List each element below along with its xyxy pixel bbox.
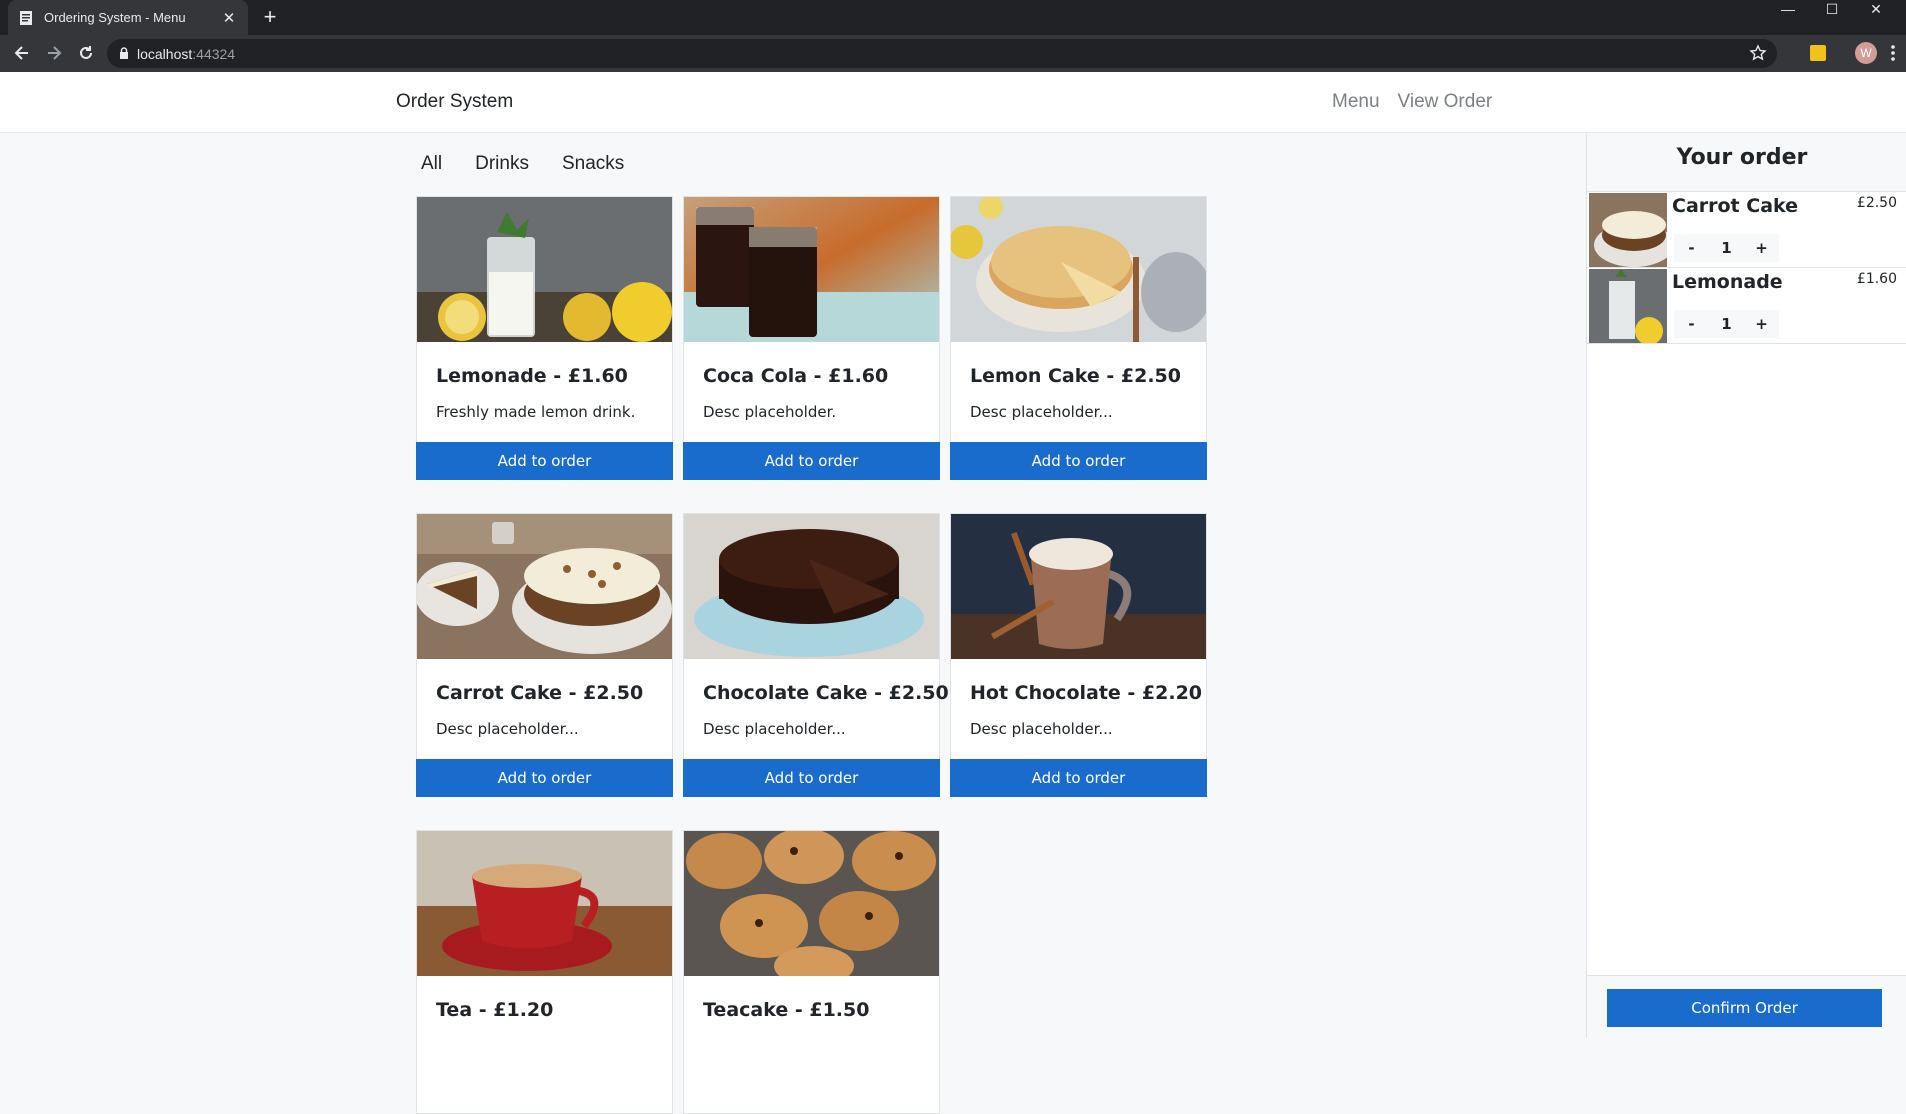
lock-icon	[119, 44, 129, 63]
tea-photo	[417, 831, 672, 976]
brand-title[interactable]: Order System	[396, 91, 513, 113]
increase-quantity-button[interactable]: +	[1744, 315, 1779, 333]
carrot-cake-thumbnail	[1589, 193, 1667, 267]
cola-photo	[684, 197, 939, 342]
order-item-lemonade: Lemonade £1.60 - 1 +	[1587, 268, 1906, 344]
lemon-cake-photo	[951, 197, 1206, 342]
menu-card-hot-chocolate: Hot Chocolate - £2.20 Desc placeholder..…	[950, 513, 1207, 797]
new-tab-button[interactable]: +	[258, 4, 282, 30]
quantity-stepper: - 1 +	[1674, 234, 1779, 262]
forward-arrow-icon[interactable]	[42, 41, 66, 65]
add-to-order-button[interactable]: Add to order	[950, 759, 1207, 797]
quantity-stepper: - 1 +	[1674, 310, 1779, 338]
item-description: Desc placeholder...	[970, 403, 1113, 421]
order-title: Your order	[1676, 145, 1808, 170]
order-sidebar: Your order Carrot Cake £2.50 - 1 + Lemon…	[1586, 133, 1906, 1038]
item-description: Desc placeholder...	[436, 720, 579, 738]
item-name: Lemon Cake - £2.50	[970, 365, 1181, 387]
menu-card-chocolate-cake: Chocolate Cake - £2.50 Desc placeholder.…	[683, 513, 949, 797]
hot-chocolate-photo	[951, 514, 1206, 659]
category-tab-snacks[interactable]: Snacks	[562, 153, 624, 175]
minimize-icon[interactable]: —	[1766, 0, 1810, 18]
browser-tab[interactable]: Ordering System - Menu ✕	[8, 0, 248, 35]
menu-card-tea: Tea - £1.20	[416, 830, 673, 1114]
teacake-photo	[684, 831, 939, 976]
quantity-value: 1	[1721, 239, 1732, 257]
window-controls: — ☐ ✕	[1766, 0, 1898, 20]
item-description: Desc placeholder.	[703, 403, 837, 421]
nav-menu-link[interactable]: Menu	[1332, 91, 1380, 113]
menu-card-lemon-cake: Lemon Cake - £2.50 Desc placeholder... A…	[950, 196, 1207, 480]
category-tabs: All Drinks Snacks	[421, 153, 624, 175]
order-item-price: £2.50	[1856, 195, 1897, 211]
lemonade-thumbnail	[1589, 269, 1667, 343]
maximize-icon[interactable]: ☐	[1810, 0, 1854, 18]
nav-view-order-link[interactable]: View Order	[1398, 91, 1493, 113]
address-bar[interactable]: localhost:44324	[107, 39, 1777, 68]
add-to-order-button[interactable]: Add to order	[683, 759, 940, 797]
item-description: Desc placeholder...	[970, 720, 1113, 738]
add-to-order-button[interactable]: Add to order	[416, 442, 673, 480]
category-tab-all[interactable]: All	[421, 153, 442, 175]
increase-quantity-button[interactable]: +	[1744, 239, 1779, 257]
item-name: Coca Cola - £1.60	[703, 365, 889, 387]
category-tab-drinks[interactable]: Drinks	[475, 153, 529, 175]
order-item-price: £1.60	[1856, 271, 1897, 287]
confirm-order-button[interactable]: Confirm Order	[1607, 989, 1882, 1027]
url-text: localhost:44324	[137, 45, 236, 62]
item-description: Freshly made lemon drink.	[436, 403, 636, 421]
item-name: Hot Chocolate - £2.20	[970, 682, 1203, 704]
order-header: Your order	[1587, 133, 1906, 192]
carrot-cake-photo	[417, 514, 672, 659]
chocolate-cake-photo	[684, 514, 939, 659]
item-name: Teacake - £1.50	[703, 999, 870, 1021]
item-name: Lemonade - £1.60	[436, 365, 628, 387]
decrease-quantity-button[interactable]: -	[1674, 239, 1709, 257]
decrease-quantity-button[interactable]: -	[1674, 315, 1709, 333]
profile-avatar[interactable]: W	[1855, 42, 1877, 64]
order-item-carrot-cake: Carrot Cake £2.50 - 1 +	[1587, 192, 1906, 268]
reload-icon[interactable]	[74, 41, 98, 65]
quantity-value: 1	[1721, 315, 1732, 333]
lemonade-photo	[417, 197, 672, 342]
close-tab-icon[interactable]: ✕	[220, 9, 238, 27]
item-name: Tea - £1.20	[436, 999, 554, 1021]
add-to-order-button[interactable]: Add to order	[416, 759, 673, 797]
browser-tab-strip: Ordering System - Menu ✕ + — ☐ ✕	[0, 0, 1906, 35]
menu-card-carrot-cake: Carrot Cake - £2.50 Desc placeholder... …	[416, 513, 673, 797]
back-arrow-icon[interactable]	[10, 41, 34, 65]
order-item-name: Lemonade	[1672, 271, 1783, 293]
menu-card-lemonade: Lemonade - £1.60 Freshly made lemon drin…	[416, 196, 673, 480]
extension-icon[interactable]	[1810, 45, 1826, 61]
browser-toolbar: localhost:44324 W	[0, 35, 1906, 72]
item-description: Desc placeholder...	[703, 720, 846, 738]
item-name: Carrot Cake - £2.50	[436, 682, 644, 704]
tab-title: Ordering System - Menu	[44, 10, 186, 25]
item-name: Chocolate Cake - £2.50	[703, 682, 949, 704]
app-navbar: Order System Menu View Order	[0, 72, 1906, 133]
order-item-name: Carrot Cake	[1672, 195, 1799, 217]
window-close-icon[interactable]: ✕	[1854, 0, 1898, 18]
add-to-order-button[interactable]: Add to order	[683, 442, 940, 480]
menu-card-teacake: Teacake - £1.50	[683, 830, 940, 1114]
page-icon	[18, 10, 34, 26]
bookmark-star-icon[interactable]	[1749, 44, 1767, 66]
menu-card-coca-cola: Coca Cola - £1.60 Desc placeholder. Add …	[683, 196, 940, 480]
add-to-order-button[interactable]: Add to order	[950, 442, 1207, 480]
browser-menu-icon[interactable]	[1890, 43, 1896, 67]
